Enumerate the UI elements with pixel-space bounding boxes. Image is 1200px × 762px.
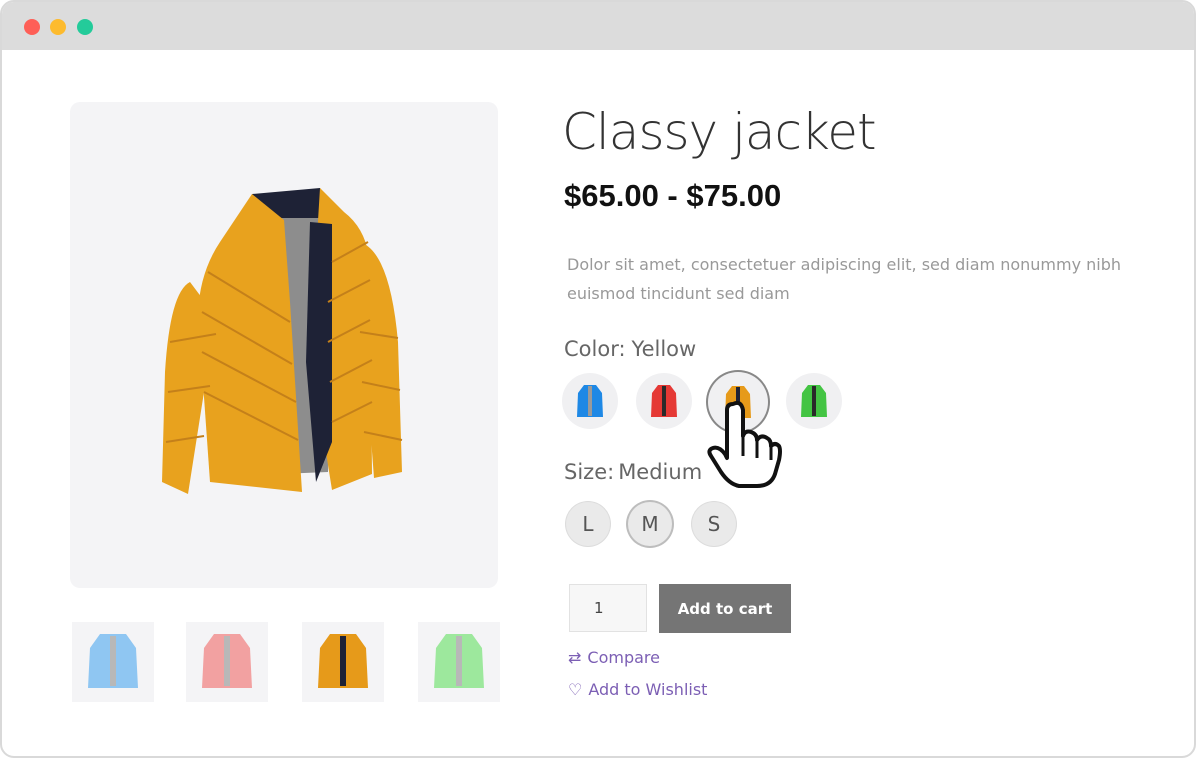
swatch-green[interactable] [786,373,842,429]
heart-icon: ♡ [568,680,583,699]
title-bar [2,2,1194,50]
minimize-dot[interactable] [50,19,66,35]
compare-link[interactable]: ⇄ Compare [568,648,660,667]
product-price: $65.00 - $75.00 [564,178,782,213]
size-label: Size: [564,460,615,484]
wishlist-label: Add to Wishlist [588,680,708,699]
size-option-l[interactable]: L [566,502,610,546]
add-to-cart-button[interactable]: Add to cart [659,584,791,633]
product-description: Dolor sit amet, consectetuer adipiscing … [567,255,1122,303]
color-value: Yellow [631,337,697,361]
thumbnail-blue[interactable] [72,622,154,702]
thumbnail-red[interactable] [186,622,268,702]
color-attribute: Color: Yellow [564,337,696,361]
close-dot[interactable] [24,19,40,35]
quantity-input[interactable]: 1 [569,584,647,632]
wishlist-link[interactable]: ♡ Add to Wishlist [568,680,707,699]
swatch-red[interactable] [636,373,692,429]
size-option-m[interactable]: M [628,502,672,546]
size-option-s[interactable]: S [692,502,736,546]
size-value: Medium [618,460,703,484]
swatch-blue[interactable] [562,373,618,429]
thumbnail-green[interactable] [418,622,500,702]
thumbnail-yellow[interactable] [302,622,384,702]
size-attribute: Size: Medium [564,460,702,484]
compare-label: Compare [587,648,660,667]
main-product-image[interactable] [70,102,498,588]
maximize-dot[interactable] [77,19,93,35]
hand-pointer-icon [705,400,785,495]
product-title: Classy jacket [562,103,877,161]
compare-arrows-icon: ⇄ [568,648,582,667]
jacket-image [162,188,403,494]
color-label: Color: [564,337,626,361]
